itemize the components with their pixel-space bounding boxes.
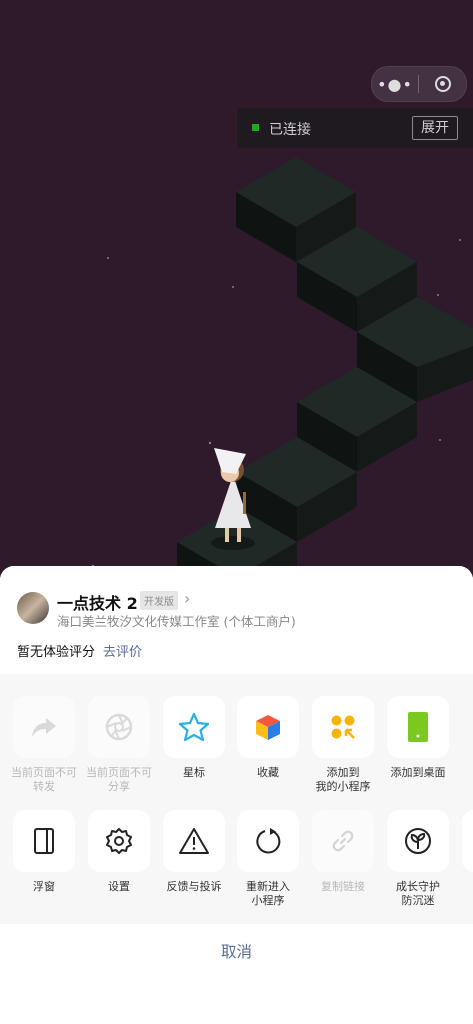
expand-button[interactable]: 展开 (412, 116, 458, 140)
action-label: 设置 (108, 880, 130, 893)
stairs (177, 157, 473, 600)
reload-icon (237, 810, 299, 872)
action-label: 收藏 (257, 766, 279, 779)
cube-icon (237, 696, 299, 758)
warning-triangle-icon (163, 810, 225, 872)
capsule-menu: •●• (371, 66, 467, 102)
miniprogram-add-icon (312, 696, 374, 758)
chevron-right-icon[interactable]: › (184, 589, 190, 608)
action-label: 浮窗 (33, 880, 55, 893)
more-dots-icon[interactable]: •●• (372, 75, 418, 94)
action-label: 复制链接 (321, 880, 365, 893)
action-label: 重新进入 小程序 (246, 880, 290, 907)
action-sheet: 一点技术 2 开发版 › 海口美兰牧汐文化传媒工作室 (个体工商户) 暂无体验评… (0, 566, 473, 1024)
rating-text: 暂无体验评分 (17, 645, 96, 660)
action-reload[interactable]: 重新进入 小程序 (231, 810, 305, 908)
close-circle-icon[interactable] (419, 76, 466, 92)
action-label: 星标 (183, 766, 205, 779)
action-add-to-desktop[interactable]: 添加到桌面 (381, 696, 455, 780)
link-icon (312, 810, 374, 872)
connection-banner: 已连接 展开 (237, 108, 473, 148)
cancel-button[interactable]: 取消 (0, 940, 473, 962)
action-star[interactable]: 星标 (157, 696, 231, 780)
avatar[interactable] (17, 592, 49, 624)
dev-version-badge: 开发版 (140, 591, 178, 610)
action-label: 添加到桌面 (390, 766, 446, 779)
shutter-icon (88, 696, 150, 758)
action-share[interactable]: 当前页面不可 分享 (82, 696, 156, 794)
float-window-icon (13, 810, 75, 872)
action-more-partial[interactable] (456, 810, 473, 872)
action-add-to-my-miniprogram[interactable]: 添加到 我的小程序 (306, 696, 380, 794)
partial-tile (462, 810, 473, 872)
action-growth-guard[interactable]: 成长守护 防沉迷 (381, 810, 455, 908)
company-name: 海口美兰牧汐文化传媒工作室 (个体工商户) (57, 614, 296, 629)
miniprogram-info[interactable]: 一点技术 2 开发版 › 海口美兰牧汐文化传媒工作室 (个体工商户) 暂无体验评… (0, 566, 473, 674)
phone-screen-icon (387, 696, 449, 758)
rate-link[interactable]: 去评价 (103, 641, 142, 660)
sprout-icon (387, 810, 449, 872)
action-float-window[interactable]: 浮窗 (7, 810, 81, 894)
star-icon (163, 696, 225, 758)
action-label: 添加到 我的小程序 (315, 766, 371, 793)
action-favorite[interactable]: 收藏 (231, 696, 305, 780)
action-forward[interactable]: 当前页面不可 转发 (7, 696, 81, 794)
connection-status: 已连接 (269, 122, 311, 138)
action-copy-link[interactable]: 复制链接 (306, 810, 380, 894)
action-label: 当前页面不可 转发 (11, 766, 77, 793)
action-feedback[interactable]: 反馈与投诉 (157, 810, 231, 894)
action-label: 当前页面不可 分享 (86, 766, 152, 793)
status-dot-icon (252, 124, 259, 131)
gear-icon (88, 810, 150, 872)
action-settings[interactable]: 设置 (82, 810, 156, 894)
cancel-bar: 取消 (0, 924, 473, 1024)
action-label: 成长守护 防沉迷 (396, 880, 440, 907)
share-arrow-icon (13, 696, 75, 758)
action-label: 反馈与投诉 (166, 880, 222, 893)
